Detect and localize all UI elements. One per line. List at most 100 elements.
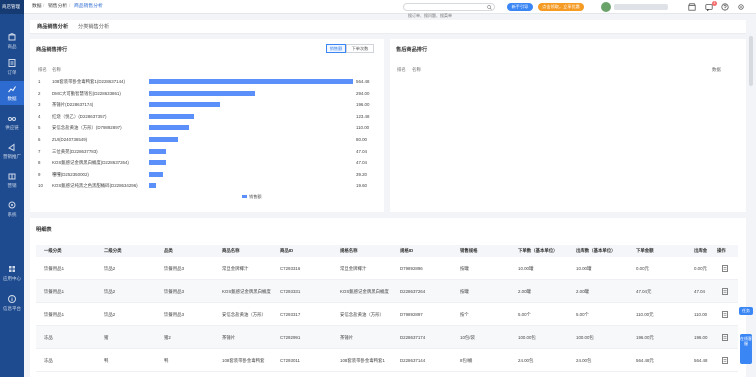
column-header: 二级分类 (104, 248, 122, 253)
view-detail-icon[interactable] (722, 288, 728, 295)
help-icon[interactable] (721, 3, 729, 11)
table-cell: 冻品 (44, 335, 53, 340)
product-name: 嚏嚏(D252350002) (52, 171, 89, 177)
sidebar-item-info[interactable]: 信息平台 (0, 291, 24, 315)
sales-value: 47.04 (356, 160, 367, 166)
table-cell: 100.00包 (576, 335, 594, 340)
view-detail-icon[interactable] (722, 265, 728, 272)
toggle-order-count[interactable]: 下单次数 (346, 44, 374, 53)
after-col-name: 名称 (412, 67, 421, 72)
ranking-row: 7 三位黄苑(D228637783) 47.04 (36, 146, 378, 158)
table-cell: 0.00元 (636, 266, 649, 271)
user-name[interactable] (614, 4, 668, 10)
table-cell: D228637264 (400, 289, 426, 294)
view-detail-icon[interactable] (722, 334, 728, 341)
column-header: 出库金 (694, 248, 708, 253)
view-detail-icon[interactable] (722, 311, 728, 318)
table-cell: 常旦金牌椰汁 (222, 266, 249, 271)
sidebar-item-label: 数据 (7, 96, 17, 101)
global-search[interactable] (403, 3, 495, 19)
table-cell: 安信念盐黄油（方形） (340, 312, 384, 317)
product-name: 三位黄苑(D228637783) (52, 148, 98, 154)
table-cell: 饮餐用品1 (44, 289, 65, 294)
tab-product-sales[interactable]: 商品销售分析 (37, 20, 68, 34)
column-header: 商品名称 (222, 248, 240, 253)
vertical-scrollbar[interactable] (749, 36, 753, 86)
toggle-sales-amount[interactable]: 销售额 (326, 44, 346, 53)
view-detail-icon[interactable] (722, 357, 728, 364)
sidebar-item-label: 供应链 (5, 125, 19, 130)
detail-table-panel: 明细表 一级分类 二级分类 品类 商品名称 商品ID 规格名称 规格ID 销售规格 下单数（基本… (30, 218, 746, 377)
supply-icon (8, 117, 16, 121)
sales-ranking-panel: 商品销售排行 销售额 下单次数 排名 名称 1 108套装带卧金毒鸭套1(D228… (30, 39, 384, 212)
column-header: 销售规格 (460, 248, 478, 253)
analysis-tabs: 商品销售分析 分类销售分析 (30, 20, 746, 34)
sidebar-item-promo[interactable]: 营销推广 (0, 139, 24, 163)
table-cell: 108套装带卧金毒鸭套1 (340, 358, 385, 363)
table-cell: 饮品2 (104, 289, 116, 294)
avatar[interactable] (601, 2, 611, 12)
table-cell: 196.00 (694, 335, 708, 340)
task-tag-button[interactable]: 任务 (739, 307, 753, 315)
after-sales-panel: 售后商品排行 排名 名称 数据 (390, 39, 746, 212)
table-cell: 冻品 (44, 358, 53, 363)
breadcrumb-sales-analysis[interactable]: 销售分析 (48, 0, 67, 14)
breadcrumb-data[interactable]: 数据 (32, 0, 42, 14)
product-name: ZUI(D240736549) (52, 137, 88, 142)
table-cell: 饮餐用品3 (164, 289, 185, 294)
table-cell: 饮品2 (104, 266, 116, 271)
rank-number: 7 (38, 148, 41, 154)
table-cell: 47.04 (694, 289, 705, 294)
sidebar-item-supply[interactable]: 供应链 (0, 110, 24, 134)
chart-icon (8, 86, 16, 93)
box-icon (8, 32, 16, 41)
online-service-button[interactable]: 在线客服 (740, 334, 752, 364)
table-cell: 按罐 (460, 266, 469, 271)
sales-value: 39.20 (356, 171, 367, 177)
product-name: 108套装带卧金毒鸭套1(D228637144) (52, 79, 125, 84)
sidebar-item-chart[interactable]: 数据 (0, 81, 24, 105)
table-cell: 饮品2 (104, 312, 116, 317)
sales-bar (149, 171, 163, 177)
table-cell: C7292991 (280, 335, 301, 340)
sidebar-item-marketing[interactable]: 营销 (0, 168, 24, 192)
sidebar-item-system[interactable]: 系统 (0, 197, 24, 221)
sales-value: 110.00 (356, 125, 370, 131)
settings-icon[interactable] (737, 3, 745, 11)
sales-bar (149, 183, 156, 189)
system-icon (8, 201, 16, 209)
sidebar-item-order[interactable]: 订单 (0, 55, 24, 79)
sidebar-item-label: 信息平台 (3, 306, 21, 311)
guide-button[interactable]: 新手引导 (507, 3, 533, 11)
shop-icon[interactable] (688, 3, 696, 11)
promo-button[interactable]: 点击领取，立享优惠 (538, 3, 584, 11)
sidebar-item-apps[interactable]: 应用中心 (0, 261, 24, 285)
rank-number: 1 (38, 79, 41, 84)
rank-number: 5 (38, 125, 41, 131)
table-cell: 8包/桶 (460, 358, 473, 363)
tab-category-sales[interactable]: 分类销售分析 (78, 20, 109, 34)
table-cell: 茶锤片 (340, 335, 354, 340)
search-input[interactable] (404, 12, 484, 19)
table-row: 冻品 鸭 鸭 108套装带卧金毒鸭套 C7293011 108套装带卧金毒鸭套1 D2286… (36, 349, 738, 372)
rank-number: 3 (38, 102, 41, 108)
sales-value: 19.60 (356, 183, 367, 189)
search-icon[interactable] (487, 5, 492, 10)
column-header: 操作 (717, 248, 726, 253)
sidebar-item-box[interactable]: 商品 (0, 29, 24, 53)
table-cell: 饮餐用品1 (44, 266, 65, 271)
table-cell: 饮餐用品1 (44, 312, 65, 317)
sales-bar (149, 102, 220, 108)
chart-legend: 销售额 (242, 194, 262, 200)
sales-value: 123.48 (356, 113, 370, 119)
promo-icon (8, 143, 15, 152)
product-name: KOS甄感记金牌黑白桶度(D228637264) (52, 160, 129, 166)
table-cell: D79892896 (400, 266, 423, 271)
column-header: 规格ID (400, 248, 414, 253)
table-row: 饮餐用品1 饮品2 饮餐用品3 安信念盐黄油（方形） C7293317 安信念盐黄油（方形… (36, 303, 738, 326)
sales-bar (149, 113, 194, 119)
column-header: 品类 (164, 248, 173, 253)
table-cell: 100.00包 (518, 335, 536, 340)
detail-title: 明细表 (36, 227, 52, 233)
product-name: 安信念盐黄油（方形）(D79892897) (52, 125, 122, 131)
